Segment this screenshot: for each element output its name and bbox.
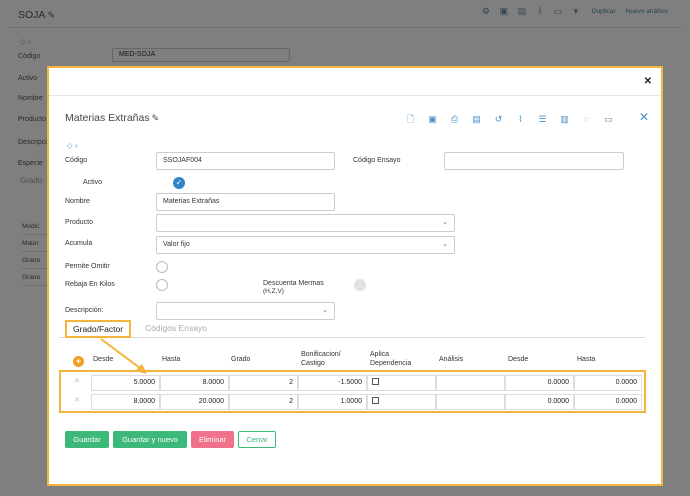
col-hasta2: Hasta [577, 356, 596, 363]
col-analisis: Análisis [439, 356, 464, 363]
annotation-arrow [100, 338, 147, 374]
cell-desde2[interactable]: 0.0000 [505, 375, 574, 391]
modal-dialog: ✕ Materias Extrañas ✎ 🗋 ▣ ⎙ ▤ ↺ ⌇ ☰ ▥ ◌ ▭… [47, 66, 663, 486]
table-row: ✕ 5.0000 8.0000 2 -1.5000 0.0000 0.0000 [61, 374, 644, 392]
close-button[interactable]: Cerrar [238, 431, 276, 448]
cell-hasta[interactable]: 20.0000 [160, 394, 229, 410]
cell-analisis[interactable] [436, 394, 505, 410]
delete-button[interactable]: Eliminar [191, 431, 234, 448]
cell-hasta2[interactable]: 0.0000 [574, 394, 642, 410]
col-hasta: Hasta [162, 356, 181, 363]
cell-bonificacion[interactable]: 1.0000 [298, 394, 367, 410]
col-grado: Grado [231, 356, 251, 363]
col-desde: Desde [93, 356, 114, 363]
cell-grado[interactable]: 2 [229, 375, 298, 391]
cell-desde[interactable]: 8.0000 [91, 394, 160, 410]
cell-desde2[interactable]: 0.0000 [505, 394, 574, 410]
aplica-checkbox[interactable] [372, 396, 379, 404]
cell-hasta2[interactable]: 0.0000 [574, 375, 642, 391]
delete-row-icon[interactable]: ✕ [69, 394, 85, 410]
cell-analisis[interactable] [436, 375, 505, 391]
cell-desde[interactable]: 5.0000 [91, 375, 160, 391]
col-castigo: Castigo [301, 360, 325, 367]
cell-aplica [367, 375, 436, 391]
grid-body: ✕ 5.0000 8.0000 2 -1.5000 0.0000 0.0000 … [59, 370, 646, 413]
delete-row-icon[interactable]: ✕ [69, 375, 85, 391]
cell-aplica [367, 394, 436, 410]
save-button[interactable]: Guardar [65, 431, 109, 448]
aplica-checkbox[interactable] [372, 377, 379, 385]
add-row-icon[interactable]: + [73, 356, 84, 367]
col-desde2: Desde [508, 356, 529, 363]
col-aplica: Aplica [370, 351, 390, 358]
col-bonificacion: Bonificacion/ [301, 351, 341, 358]
save-and-new-button[interactable]: Guardar y nuevo [113, 431, 187, 448]
col-dependencia: Dependencia [370, 360, 412, 367]
table-row: ✕ 8.0000 20.0000 2 1.0000 0.0000 0.0000 [61, 393, 644, 411]
cell-bonificacion[interactable]: -1.5000 [298, 375, 367, 391]
grid-header: + Desde Hasta Grado Bonificacion/ Castig… [59, 351, 645, 371]
cell-hasta[interactable]: 8.0000 [160, 375, 229, 391]
cell-grado[interactable]: 2 [229, 394, 298, 410]
